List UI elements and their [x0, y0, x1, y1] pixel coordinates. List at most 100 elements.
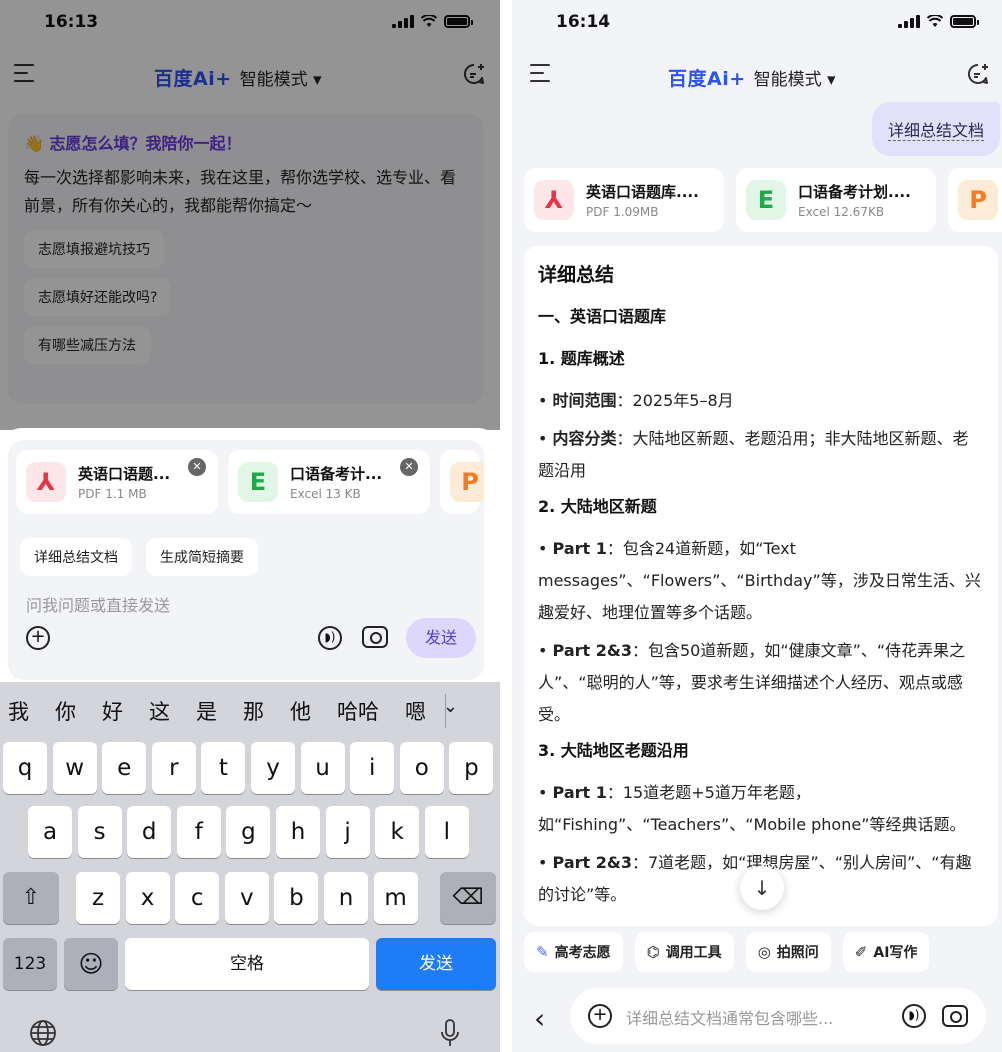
file-card[interactable]: P — [948, 168, 1002, 232]
key-x[interactable]: x — [125, 872, 170, 924]
candidate[interactable]: 嗯 — [405, 696, 426, 726]
menu-icon[interactable] — [530, 64, 552, 84]
candidate[interactable]: 他 — [290, 696, 311, 726]
tool-label: 拍照问 — [776, 945, 819, 961]
brand[interactable]: 百度Ai+ 智能模式 ▾ — [668, 64, 836, 91]
candidate[interactable]: 这 — [149, 696, 170, 726]
sub-heading: 1. 题库概述 — [538, 349, 625, 368]
voice-icon[interactable]: ◗) — [902, 1004, 926, 1028]
pdf-icon: ⅄ — [26, 462, 66, 502]
file-size: Excel 13 KB — [290, 487, 361, 501]
quick-action-chip[interactable]: 生成简短摘要 — [146, 538, 258, 576]
file-card[interactable]: E 口语备考计... Excel 13 KB ✕ — [228, 450, 430, 514]
remove-file-icon[interactable]: ✕ — [400, 458, 418, 476]
candidate[interactable]: 是 — [196, 696, 217, 726]
camera-icon[interactable] — [362, 626, 388, 648]
key-f[interactable]: f — [176, 806, 221, 858]
wifi-icon — [927, 14, 943, 27]
plus-icon[interactable]: + — [588, 1004, 612, 1028]
send-button[interactable]: 发送 — [406, 618, 476, 658]
user-message[interactable]: 详细总结文档 — [871, 102, 1000, 156]
candidate[interactable]: 好 — [102, 696, 123, 726]
backspace-icon[interactable]: ⌫ — [440, 872, 496, 924]
key-n[interactable]: n — [324, 872, 368, 924]
signal-icon — [898, 14, 920, 28]
key-c[interactable]: c — [175, 872, 220, 924]
scroll-down-icon[interactable]: ↓ — [740, 866, 784, 910]
key-q[interactable]: q — [3, 742, 47, 794]
key-e[interactable]: e — [102, 742, 147, 794]
back-icon[interactable]: ‹ — [534, 1002, 545, 1035]
key-s[interactable]: s — [77, 806, 122, 858]
camera-icon[interactable] — [942, 1005, 968, 1027]
key-t[interactable]: t — [201, 742, 246, 794]
bullet: • Part 1：包含24道新题，如“Text messages”、“Flowe… — [538, 539, 981, 622]
answer-title: 详细总结 — [538, 264, 615, 286]
candidate[interactable]: 哈哈 — [337, 696, 379, 726]
tool-call-tools[interactable]: ⌬ 调用工具 — [634, 932, 734, 972]
ppt-icon: P — [450, 462, 484, 502]
space-key[interactable]: 空格 — [125, 938, 369, 990]
candidate-bar: 我 你 好 这 是 那 他 哈哈 嗯 ⌄ — [0, 682, 500, 740]
key-v[interactable]: v — [224, 872, 269, 924]
shift-icon[interactable]: ⇧ — [3, 872, 59, 924]
input-placeholder: 详细总结文档通常包含哪些... — [626, 1009, 834, 1028]
key-k[interactable]: k — [375, 806, 420, 858]
key-i[interactable]: i — [350, 742, 395, 794]
sub-heading: 2. 大陆地区新题 — [538, 497, 657, 516]
plus-icon[interactable]: + — [26, 626, 50, 650]
keyboard-send-key[interactable]: 发送 — [376, 938, 496, 990]
file-card[interactable]: E 口语备考计划.... Excel 12.67KB — [736, 168, 936, 232]
key-j[interactable]: j — [325, 806, 370, 858]
bullet: • 时间范围：2025年5–8月 — [538, 391, 734, 410]
emoji-icon[interactable]: ☺ — [64, 938, 118, 990]
file-card[interactable]: P — [440, 450, 484, 514]
status-bar: 16:14 — [512, 0, 1002, 50]
bullet-label: Part 2&3 — [552, 853, 632, 872]
quick-action-chip[interactable]: 详细总结文档 — [20, 538, 132, 576]
tool-gaokao[interactable]: ✎ 高考志愿 — [524, 932, 623, 972]
key-m[interactable]: m — [373, 872, 418, 924]
bullet: • Part 2&3：包含50道新题，如“健康文章”、“侍花弄果之人”、“聪明的… — [538, 641, 966, 724]
sub-heading: 3. 大陆地区老题沿用 — [538, 741, 689, 760]
microphone-icon[interactable] — [440, 1018, 460, 1048]
app-logo: 百度Ai+ — [668, 68, 746, 90]
key-o[interactable]: o — [399, 742, 444, 794]
key-u[interactable]: u — [300, 742, 345, 794]
dim-overlay[interactable] — [0, 0, 500, 430]
chevron-down-icon[interactable]: ⌄ — [443, 696, 458, 717]
key-y[interactable]: y — [251, 742, 295, 794]
key-z[interactable]: z — [76, 872, 120, 924]
file-size: PDF 1.1 MB — [78, 487, 147, 501]
key-w[interactable]: w — [52, 742, 97, 794]
candidate[interactable]: 我 — [8, 696, 29, 726]
key-a[interactable]: a — [28, 806, 72, 858]
globe-icon[interactable] — [28, 1018, 58, 1048]
new-chat-icon[interactable] — [966, 62, 990, 86]
tool-photo-ask[interactable]: ◎ 拍照问 — [745, 932, 831, 972]
key-r[interactable]: r — [151, 742, 196, 794]
mode-selector[interactable]: 智能模式 ▾ — [754, 65, 836, 90]
key-h[interactable]: h — [276, 806, 320, 858]
remove-file-icon[interactable]: ✕ — [188, 458, 206, 476]
attached-files: ⅄ 英语口语题... PDF 1.1 MB ✕ E 口语备考计... Excel… — [16, 450, 484, 514]
ai-answer: 详细总结 一、英语口语题库 1. 题库概述 • 时间范围：2025年5–8月 •… — [524, 246, 998, 926]
candidate[interactable]: 那 — [243, 696, 264, 726]
key-l[interactable]: l — [424, 806, 469, 858]
tool-label: AI写作 — [873, 945, 918, 961]
message-input[interactable]: + 详细总结文档通常包含哪些... ◗) — [570, 988, 986, 1044]
voice-icon[interactable]: ◗) — [318, 626, 342, 650]
file-card[interactable]: ⅄ 英语口语题... PDF 1.1 MB ✕ — [16, 450, 218, 514]
tools-icon: ⌬ — [646, 943, 660, 961]
numbers-key[interactable]: 123 — [3, 938, 57, 990]
key-p[interactable]: p — [449, 742, 494, 794]
tool-ai-writing[interactable]: ✐ AI写作 — [842, 932, 930, 972]
tool-bar: ✎ 高考志愿 ⌬ 调用工具 ◎ 拍照问 ✐ AI写作 — [524, 932, 930, 972]
key-d[interactable]: d — [127, 806, 172, 858]
candidate[interactable]: 你 — [55, 696, 76, 726]
key-b[interactable]: b — [274, 872, 319, 924]
key-g[interactable]: g — [226, 806, 271, 858]
file-card[interactable]: ⅄ 英语口语题库.... PDF 1.09MB — [524, 168, 724, 232]
battery-icon — [950, 14, 979, 28]
message-input[interactable]: 问我问题或直接发送 — [26, 592, 170, 616]
